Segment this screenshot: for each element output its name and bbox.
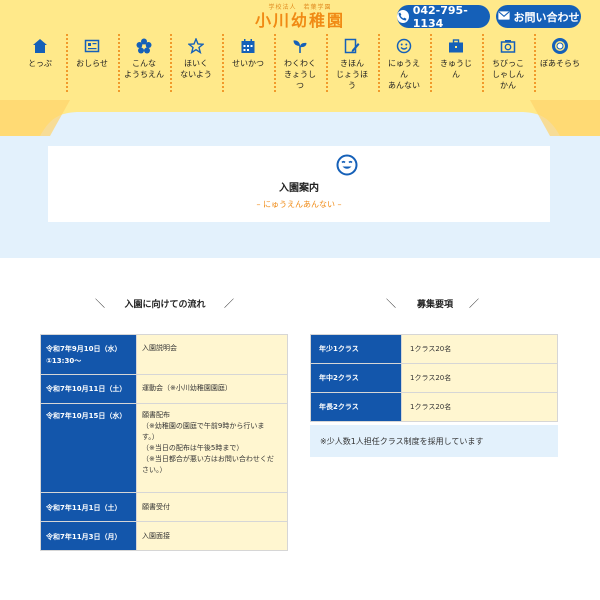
nav-item-label: こんな ようちえん — [124, 59, 164, 79]
flower-icon — [134, 36, 154, 56]
global-nav: とっぷ おしらせ こんな ようちえん ほいく ないよう せいかつ わくわく きょ… — [14, 34, 586, 94]
flow-detail-cell: 入園面接 — [136, 521, 288, 551]
nav-item-about[interactable]: こんな ようちえん — [118, 34, 170, 94]
class-detail-cell: 1クラス20名 — [401, 363, 558, 393]
flow-detail-text: す。） — [142, 433, 159, 441]
nav-item-news[interactable]: おしらせ — [66, 34, 118, 94]
site-header: 学校法人 若葉学園 小川幼稚園 042-795-1134 お問い合わせ とっぷ … — [0, 0, 600, 100]
nav-item-label: せいかつ — [232, 59, 264, 68]
nav-item-label: わくわく きょうし つ — [284, 59, 316, 90]
phone-number: 042-795-1134 — [412, 3, 468, 30]
sprout-icon — [290, 36, 310, 56]
nav-item-label: きほん じょうほ う — [336, 59, 368, 90]
table-row: 年少1クラス 1クラス20名 — [310, 334, 558, 364]
table-row: 年長2クラス 1クラス20名 — [310, 392, 558, 422]
site-logo[interactable]: 学校法人 若葉学園 小川幼稚園 — [244, 2, 356, 31]
flow-detail-cell: 願書配布 （※幼稚園の園庭で午前9時から行いま す。） （※当日の配布は午後5時… — [136, 403, 288, 493]
flow-detail-cell: 入園説明会 — [136, 334, 288, 375]
recruitment-note: ※少人数1人担任クラス制度を採用しています — [310, 425, 558, 457]
class-name-cell: 年少1クラス — [310, 334, 402, 364]
nav-item-label: きゅうじ ん — [440, 59, 472, 79]
flow-detail-text: 入園面接 — [142, 532, 170, 540]
flow-date-cell: 令和7年10月15日（水） — [40, 403, 137, 493]
smile-face-icon — [336, 154, 358, 176]
nav-item-volunteer[interactable]: ぼあそらち — [534, 34, 586, 94]
flow-detail-cell: 運動会（※小川幼稚園園庭） — [136, 374, 288, 404]
flow-detail-text: （※当日の配布は午後5時まで） — [142, 444, 244, 452]
nav-item-label: とっぷ — [28, 59, 52, 68]
contact-button[interactable]: お問い合わせ — [496, 5, 581, 28]
flow-detail-text: 願書受付 — [142, 503, 170, 511]
nav-item-childcare[interactable]: ほいく ないよう — [170, 34, 222, 94]
flow-date-cell: 令和7年11月1日（土） — [40, 492, 137, 522]
logo-title: 小川幼稚園 — [254, 11, 345, 30]
camera-icon — [498, 36, 518, 56]
flow-detail-text: さい。） — [142, 466, 167, 474]
phone-button[interactable]: 042-795-1134 — [397, 3, 490, 30]
table-row: 年中2クラス 1クラス20名 — [310, 363, 558, 393]
table-row: 令和7年10月15日（水） 願書配布 （※幼稚園の園庭で午前9時から行いま す。… — [40, 403, 288, 493]
table-row: 令和7年11月3日（月） 入園面接 — [40, 521, 288, 551]
flow-detail-text: 入園説明会 — [142, 344, 177, 352]
nav-item-admission[interactable]: にゅうえ ん あんない — [378, 34, 430, 94]
nav-item-classroom[interactable]: わくわく きょうし つ — [274, 34, 326, 94]
hero-wave-decoration — [0, 100, 600, 136]
heading-slash-right: ／ — [224, 299, 234, 310]
class-detail-cell: 1クラス20名 — [401, 334, 558, 364]
nav-item-label: ちびっこ しゃしん かん — [492, 59, 524, 90]
news-icon — [82, 36, 102, 56]
class-name-cell: 年中2クラス — [310, 363, 402, 393]
page-title: 入園案内 — [279, 183, 319, 194]
table-row: 令和7年9月10日（水） ①13:30〜 入園説明会 — [40, 334, 288, 375]
flow-detail-text: （※幼稚園の園庭で午前9時から行いま — [142, 422, 265, 430]
home-icon — [30, 36, 50, 56]
table-row: 令和7年10月11日（土） 運動会（※小川幼稚園園庭） — [40, 374, 288, 404]
logo-subtitle: 学校法人 若葉学園 — [268, 4, 332, 11]
flow-date-cell: 令和7年11月3日（月） — [40, 521, 137, 551]
nav-item-label: ほいく ないよう — [180, 59, 212, 79]
nav-item-label: おしらせ — [76, 59, 108, 68]
flow-heading: 入園に向けての流れ — [124, 300, 206, 310]
document-pen-icon — [342, 36, 362, 56]
heading-slash-right: ／ — [469, 299, 479, 310]
calendar-icon — [238, 36, 258, 56]
phone-icon — [397, 10, 409, 23]
class-detail-cell: 1クラス20名 — [401, 392, 558, 422]
mail-icon — [497, 10, 510, 23]
recruitment-table: 年少1クラス 1クラス20名 年中2クラス 1クラス20名 年長2クラス 1クラ… — [310, 334, 558, 422]
page-hero: 入園案内 – にゅうえんあんない – — [0, 100, 600, 258]
flow-date-cell: 令和7年9月10日（水） ①13:30〜 — [40, 334, 137, 375]
table-row: 令和7年11月1日（土） 願書受付 — [40, 492, 288, 522]
nav-item-recruit[interactable]: きゅうじ ん — [430, 34, 482, 94]
nav-item-label: にゅうえ ん あんない — [388, 59, 420, 90]
contact-label: お問い合わせ — [513, 10, 580, 24]
flow-date-cell: 令和7年10月11日（土） — [40, 374, 137, 404]
nav-item-basic-info[interactable]: きほん じょうほ う — [326, 34, 378, 94]
page-title-card: 入園案内 – にゅうえんあんない – — [48, 146, 550, 222]
nav-item-top[interactable]: とっぷ — [14, 34, 66, 94]
smile-icon — [394, 36, 414, 56]
flow-detail-text: 運動会（※小川幼稚園園庭） — [142, 384, 232, 392]
class-name-cell: 年長2クラス — [310, 392, 402, 422]
life-ring-icon — [550, 36, 570, 56]
flow-detail-cell: 願書受付 — [136, 492, 288, 522]
flow-detail-text: 願書配布 — [142, 411, 170, 419]
nav-item-photos[interactable]: ちびっこ しゃしん かん — [482, 34, 534, 94]
briefcase-icon — [446, 36, 466, 56]
flow-detail-text: （※当日都合が悪い方はお問い合わせくだ — [142, 455, 274, 463]
nav-item-life[interactable]: せいかつ — [222, 34, 274, 94]
admission-flow-table: 令和7年9月10日（水） ①13:30〜 入園説明会 令和7年10月11日（土）… — [40, 334, 288, 551]
star-icon — [186, 36, 206, 56]
nav-item-label: ぼあそらち — [540, 59, 580, 68]
page-title-ruby: – にゅうえんあんない – — [256, 200, 342, 209]
